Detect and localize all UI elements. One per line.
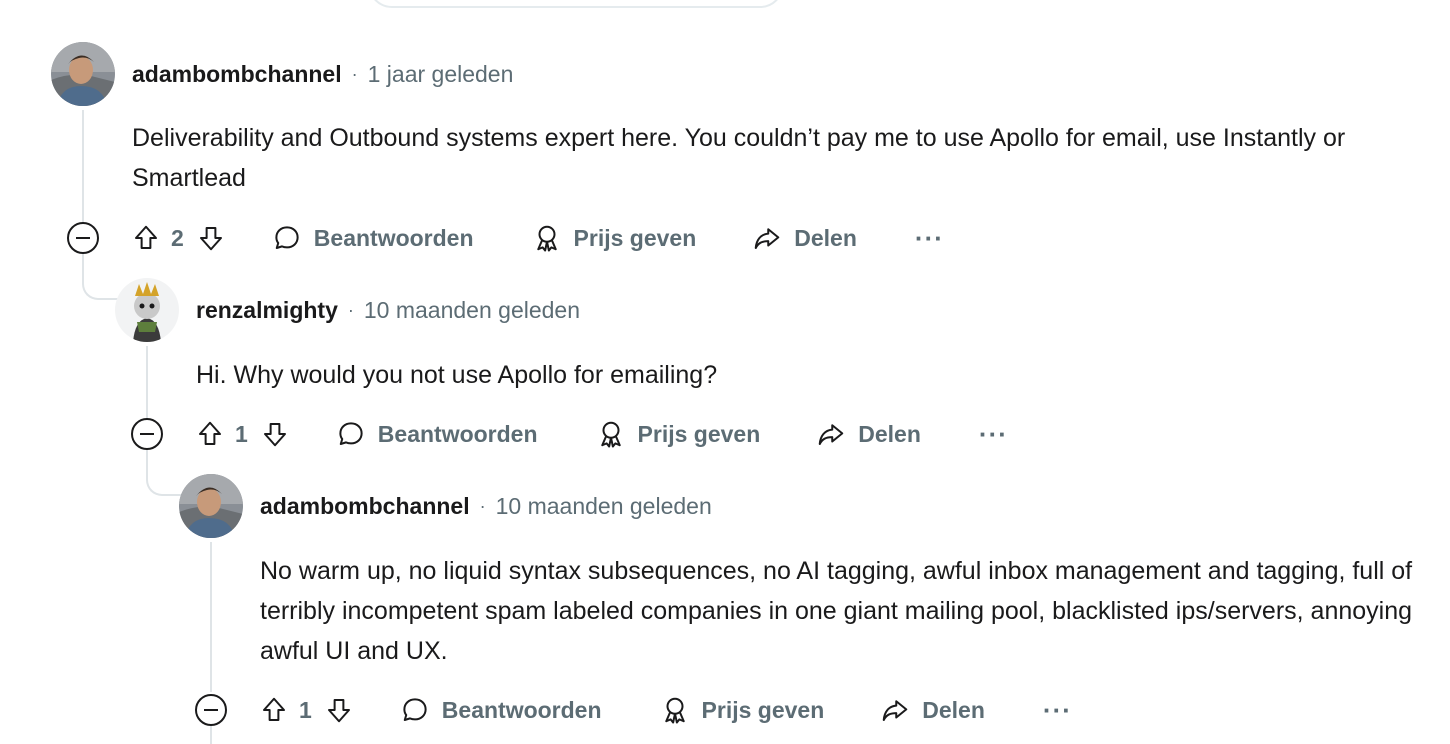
award-icon [536,225,557,252]
arrow-down-icon [199,227,222,251]
downvote-button[interactable] [324,695,354,725]
avatar-photo-icon [179,474,243,538]
thread-connector [82,254,118,300]
award-icon [664,697,685,724]
arrow-down-icon [327,699,350,723]
upvote-button[interactable] [259,695,289,725]
share-button[interactable]: Delen [880,695,985,725]
avatar[interactable] [51,42,115,106]
comment-bubble-icon [403,698,427,721]
share-label: Delen [794,224,857,251]
comment-bubble-icon [339,422,363,445]
share-arrow-icon [883,700,908,721]
arrow-up-icon [135,225,157,249]
timestamp-link[interactable]: 10 maanden geleden [496,493,712,520]
meta-separator: · [479,495,486,516]
avatar[interactable] [179,474,243,538]
timestamp-link[interactable]: 10 maanden geleden [364,297,580,324]
avatar-snoo-icon [115,278,179,342]
more-options-button[interactable]: ··· [979,421,1008,447]
reply-button[interactable]: Beantwoorden [336,419,538,449]
comment-body: Deliverability and Outbound systems expe… [132,124,1346,192]
comment-bubble-icon [275,226,299,249]
share-button[interactable]: Delen [752,223,857,253]
share-arrow-icon [755,228,780,249]
minus-icon [204,709,218,711]
vote-count: 2 [171,224,184,251]
thread-line [82,110,84,222]
collapse-button[interactable] [195,694,227,726]
meta-separator: · [347,299,354,320]
award-icon [600,421,621,448]
comment-actions: 1 Beantwoorden Prijs geven Delen ··· [131,414,1008,454]
thread-line [210,542,212,692]
award-label: Prijs geven [573,224,697,251]
downvote-button[interactable] [260,419,290,449]
username-link[interactable]: adambombchannel [260,493,470,520]
reply-label: Beantwoorden [313,224,474,251]
comment-body: Hi. Why would you not use Apollo for ema… [196,361,718,389]
vote-count: 1 [235,420,248,447]
reply-button[interactable]: Beantwoorden [272,223,474,253]
upvote-button[interactable] [131,223,161,253]
award-label: Prijs geven [637,420,761,447]
minus-icon [140,433,154,435]
reply-label: Beantwoorden [441,696,602,723]
avatar-photo-icon [51,42,115,106]
arrow-up-icon [199,421,221,445]
award-button[interactable]: Prijs geven [660,695,825,725]
username-link[interactable]: adambombchannel [132,61,342,88]
downvote-button[interactable] [196,223,226,253]
collapse-button[interactable] [131,418,163,450]
share-label: Delen [922,696,985,723]
more-options-button[interactable]: ··· [915,225,944,251]
more-options-button[interactable]: ··· [1043,697,1072,723]
award-button[interactable]: Prijs geven [532,223,697,253]
reply-button[interactable]: Beantwoorden [400,695,602,725]
comment-meta: adambombchannel · 10 maanden geleden [260,491,712,521]
arrow-up-icon [263,697,285,721]
reply-label: Beantwoorden [377,420,538,447]
arrow-down-icon [263,423,286,447]
top-partial-box [368,0,784,8]
thread-connector [146,450,182,496]
share-button[interactable]: Delen [816,419,921,449]
timestamp-link[interactable]: 1 jaar geleden [368,61,514,88]
comment-actions: 2 Beantwoorden Prijs geven Delen ··· [67,218,944,258]
collapse-button[interactable] [67,222,99,254]
username-link[interactable]: renzalmighty [196,297,338,324]
meta-separator: · [351,63,358,84]
award-label: Prijs geven [701,696,825,723]
vote-count: 1 [299,696,312,723]
share-arrow-icon [819,424,844,445]
comment-body: No warm up, no liquid syntax subsequence… [260,557,1413,665]
comment-meta: adambombchannel · 1 jaar geleden [132,59,513,89]
avatar[interactable] [115,278,179,342]
comment-meta: renzalmighty · 10 maanden geleden [196,295,580,325]
thread-line [146,346,148,418]
upvote-button[interactable] [195,419,225,449]
share-label: Delen [858,420,921,447]
comment-actions: 1 Beantwoorden Prijs geven Delen ··· [195,690,1072,730]
minus-icon [76,237,90,239]
award-button[interactable]: Prijs geven [596,419,761,449]
